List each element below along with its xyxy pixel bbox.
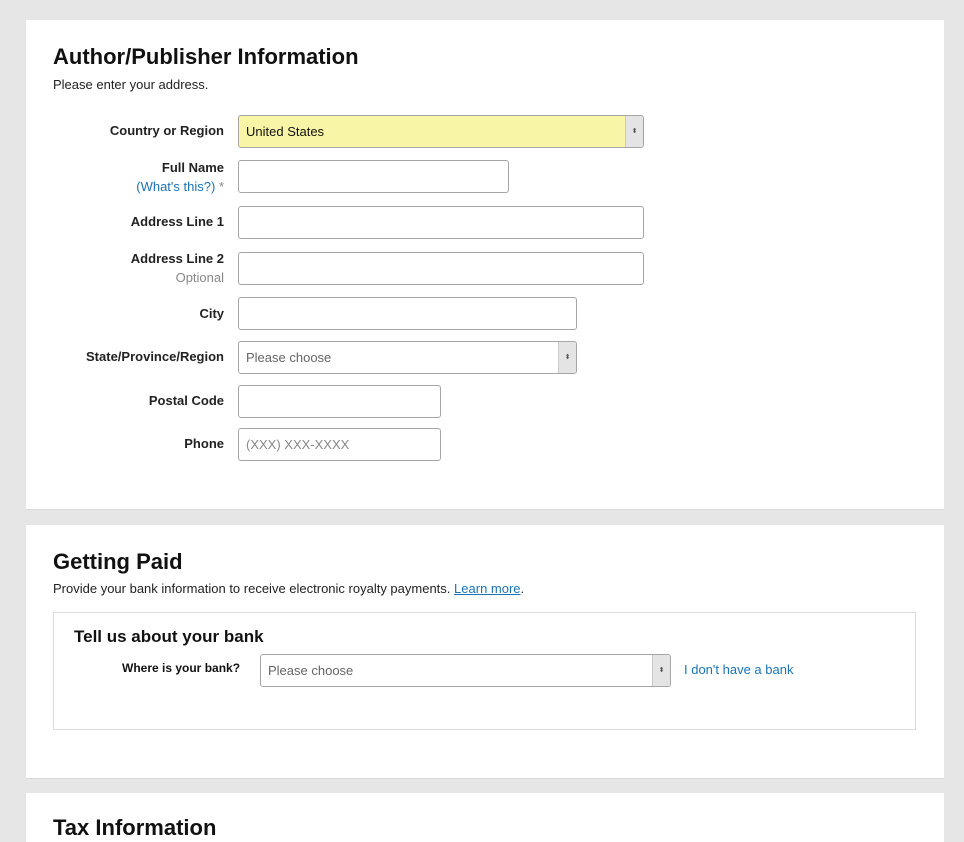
tax-information-section: Tax Information (26, 793, 944, 842)
phone-input[interactable] (238, 428, 441, 461)
address-line1-label: Address Line 1 (130, 214, 224, 229)
bank-panel: Tell us about your bank Where is your ba… (53, 612, 916, 730)
tax-information-title: Tax Information (53, 815, 217, 840)
postal-code-label: Postal Code (148, 393, 224, 408)
learn-more-link[interactable]: Learn more (454, 581, 520, 596)
full-name-help: (What's this?) * (136, 179, 224, 194)
select-arrows-icon: ⬍ (625, 116, 643, 147)
country-select-value: United States (246, 124, 325, 139)
country-label: Country or Region (109, 123, 224, 138)
bank-location-value: Please choose (268, 663, 354, 678)
getting-paid-section: Getting Paid Provide your bank informati… (26, 525, 944, 779)
postal-code-input[interactable] (238, 385, 441, 418)
city-label: City (199, 306, 224, 321)
getting-paid-description: Provide your bank information to receive… (53, 581, 451, 596)
subtitle-period: . (520, 581, 525, 596)
no-bank-link[interactable]: I don't have a bank (684, 662, 793, 677)
country-select[interactable]: United States ⬍ (238, 115, 644, 148)
author-section-title: Author/Publisher Information (53, 44, 359, 69)
getting-paid-title: Getting Paid (53, 549, 183, 574)
bank-location-label: Where is your bank? (122, 661, 241, 675)
full-name-input[interactable] (238, 160, 509, 193)
whats-this-link[interactable]: (What's this?) (136, 179, 215, 194)
address-line2-label: Address Line 2 (130, 251, 224, 266)
select-arrows-icon: ⬍ (652, 655, 670, 686)
city-input[interactable] (238, 297, 577, 330)
select-arrows-icon: ⬍ (558, 342, 576, 373)
required-mark: * (218, 179, 224, 194)
bank-location-select[interactable]: Please choose ⬍ (260, 654, 671, 687)
author-section-subtitle: Please enter your address. (53, 77, 209, 92)
bank-panel-title: Tell us about your bank (74, 627, 264, 646)
state-label: State/Province/Region (86, 349, 224, 364)
address-line1-input[interactable] (238, 206, 644, 239)
state-select-value: Please choose (246, 350, 332, 365)
state-select[interactable]: Please choose ⬍ (238, 341, 577, 374)
full-name-label: Full Name (161, 160, 224, 175)
getting-paid-subtitle: Provide your bank information to receive… (53, 581, 524, 596)
author-publisher-section: Author/Publisher Information Please ente… (26, 20, 944, 510)
address-line2-input[interactable] (238, 252, 644, 285)
phone-label: Phone (184, 436, 224, 451)
address-line2-optional: Optional (175, 270, 224, 285)
